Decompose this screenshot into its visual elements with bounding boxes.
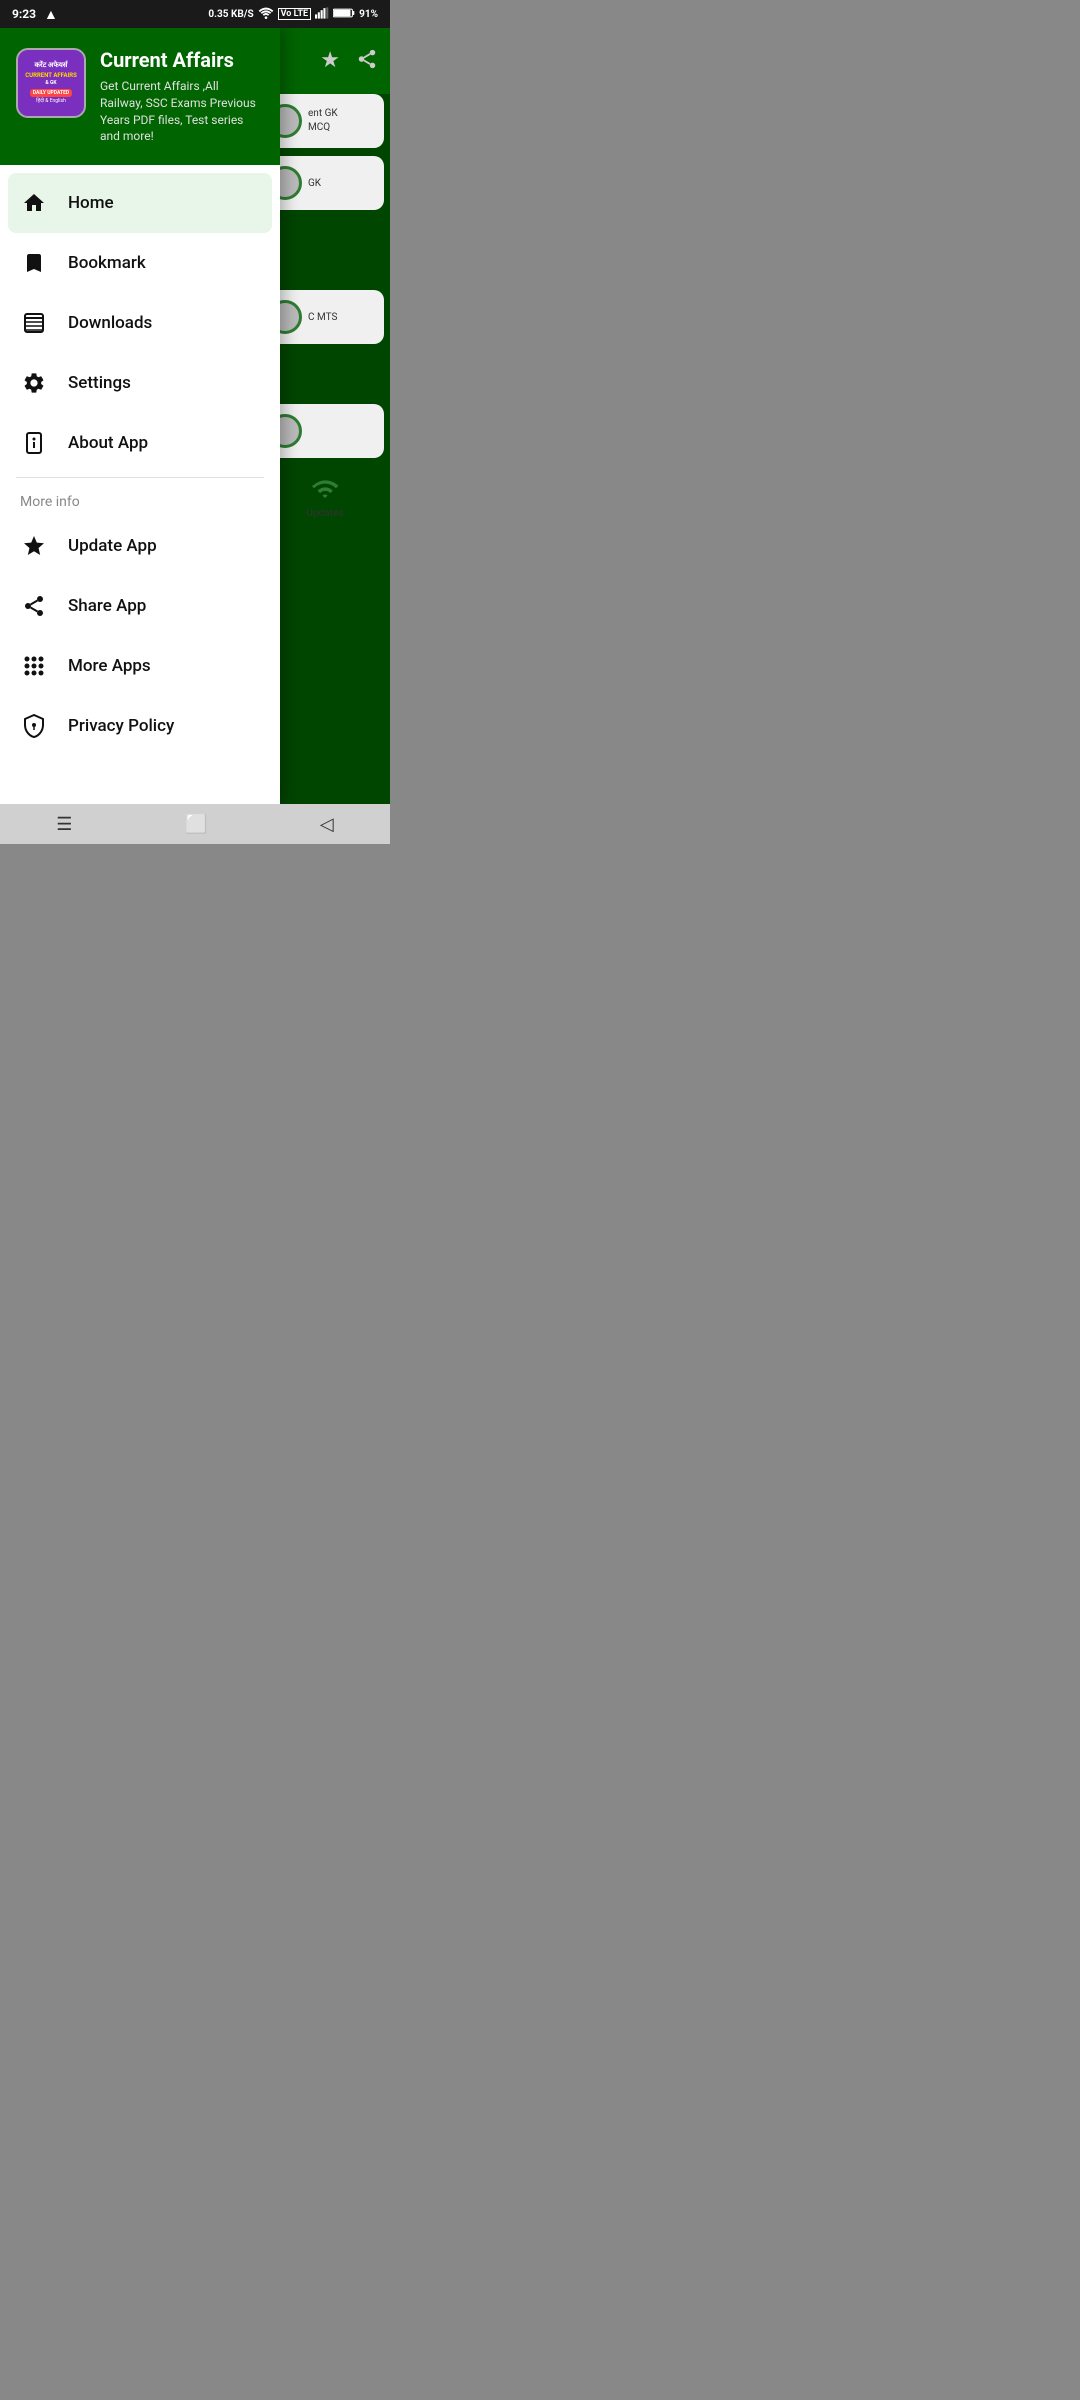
status-bar: 9:23 ▲ 0.35 KB/S Vo LTE [0, 0, 390, 28]
more-info-header: More info [0, 482, 280, 516]
menu-item-more-apps[interactable]: More Apps [0, 636, 280, 696]
menu-item-share[interactable]: Share App [0, 576, 280, 636]
bookmark-label: Bookmark [68, 253, 146, 273]
apps-menu-icon [20, 652, 48, 680]
settings-label: Settings [68, 373, 131, 393]
app-logo: करेंट अफेयर्स CURRENT AFFAIRS & GK DAILY… [16, 48, 86, 118]
shield-menu-icon [20, 712, 48, 740]
peek-text-1a: ent GK [308, 107, 338, 121]
app-title: Current Affairs [100, 48, 264, 72]
drawer-header-text: Current Affairs Get Current Affairs ,All… [100, 48, 264, 145]
home-icon [20, 189, 48, 217]
menu-item-update[interactable]: Update App [0, 516, 280, 576]
about-icon [20, 429, 48, 457]
hamburger-icon: ☰ [56, 814, 72, 835]
battery-icon [333, 7, 355, 22]
status-left: 9:23 ▲ [12, 6, 58, 23]
bottom-navigation: ☰ ⬜ ◁ [0, 804, 390, 844]
speed: 0.35 KB/S [208, 9, 253, 20]
share-icon[interactable] [356, 48, 378, 74]
peek-text-2: GK [308, 178, 321, 189]
logo-badge: DAILY UPDATED [30, 89, 72, 97]
navigation-drawer: करेंट अफेयर्स CURRENT AFFAIRS & GK DAILY… [0, 28, 280, 804]
battery-percent: 91% [359, 9, 378, 20]
bookmark-icon [20, 249, 48, 277]
status-right: 0.35 KB/S Vo LTE [208, 7, 378, 22]
peek-text-3: C MTS [308, 312, 337, 323]
drawer-header: करेंट अफेयर्स CURRENT AFFAIRS & GK DAILY… [0, 28, 280, 165]
menu-item-settings[interactable]: Settings [0, 353, 280, 413]
star-menu-icon [20, 532, 48, 560]
logo-hindi-text: करेंट अफेयर्स [34, 62, 67, 70]
volte-label: Vo LTE [278, 8, 312, 20]
peek-text-1b: MCQ [308, 121, 338, 135]
wifi-icon [258, 7, 274, 22]
updates-label: Updates [307, 508, 344, 519]
share-label: Share App [68, 596, 146, 616]
menu-item-home[interactable]: Home [8, 173, 272, 233]
star-icon[interactable]: ★ [320, 48, 340, 74]
nav-home-icon: ⬜ [185, 814, 207, 835]
nav-menu-button[interactable]: ☰ [36, 808, 92, 841]
update-label: Update App [68, 536, 157, 556]
nav-back-button[interactable]: ◁ [300, 808, 354, 841]
downloads-label: Downloads [68, 313, 152, 333]
privacy-label: Privacy Policy [68, 716, 174, 736]
menu-item-downloads[interactable]: Downloads [0, 293, 280, 353]
menu-item-about[interactable]: About App [0, 413, 280, 473]
menu-section: Home Bookmark Downloads [0, 165, 280, 804]
signal-icon [315, 7, 329, 22]
menu-item-bookmark[interactable]: Bookmark [0, 233, 280, 293]
more-apps-label: More Apps [68, 656, 151, 676]
nav-back-icon: ◁ [320, 814, 334, 835]
time: 9:23 [12, 7, 36, 21]
home-label: Home [68, 193, 114, 213]
downloads-icon [20, 309, 48, 337]
navigation-icon: ▲ [44, 6, 58, 23]
app-description: Get Current Affairs ,All Railway, SSC Ex… [100, 78, 264, 145]
nav-home-button[interactable]: ⬜ [165, 808, 227, 841]
menu-divider [16, 477, 264, 478]
logo-lang: हिंदी & English [36, 98, 66, 104]
settings-icon [20, 369, 48, 397]
about-label: About App [68, 433, 148, 453]
share-menu-icon [20, 592, 48, 620]
menu-item-privacy[interactable]: Privacy Policy [0, 696, 280, 756]
logo-subtitle: CURRENT AFFAIRS & GK [25, 72, 77, 86]
